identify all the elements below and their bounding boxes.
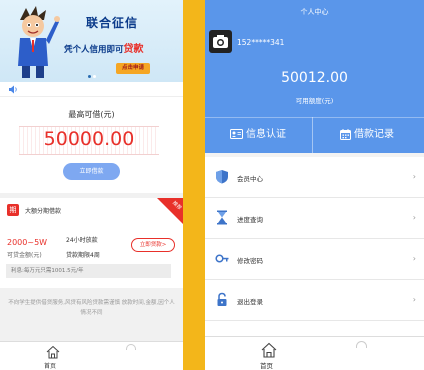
right-screen: 个人中心 152*****341 50012.00 可用额度(元) 信息认证 借… [205,0,424,370]
menu-item-label: 会员中心 [237,175,263,183]
home-icon[interactable] [46,345,60,359]
product-logo: 期 [7,204,19,216]
apply-loan-button[interactable]: 立即贷款> [131,238,175,252]
camera-icon [213,35,228,48]
banner-subline: 凭个人信用即可贷款 [64,40,144,55]
shield-icon [216,170,228,184]
tab-placeholder-icon[interactable] [356,341,367,348]
chevron-right-icon: › [412,295,416,304]
calendar-icon [340,128,351,140]
available-balance-label: 可用额度(元) [295,97,334,105]
speaker-icon [9,85,17,94]
menu-item-member-center[interactable]: 会员中心 › [205,157,424,198]
menu-item-change-password[interactable]: 修改密码 › [205,239,424,280]
user-phone: 152*****341 [237,38,285,47]
menu-item-label: 修改密码 [237,257,263,265]
tab-loan-records-label: 借款记录 [354,129,394,140]
lock-icon [217,292,227,306]
tab-info-verification-label: 信息认证 [246,129,286,140]
page-title: 个人中心 [300,8,329,16]
bottom-tabbar: 首页 [205,336,424,370]
menu-item-label: 进度查询 [237,216,263,224]
disclaimer: 不向学生提供借贷服务,风贷有风险贷款需谨慎 放款时间,金额,因个人情况不同 [0,290,183,340]
banner-headline: 联合征信 [86,16,139,30]
left-screen: 联合征信 凭个人信用即可贷款 点击申请 最高可借(元) 50000.00 立即借… [0,0,183,370]
menu-item-logout[interactable]: 退出登录 › [205,280,424,321]
max-amount-label: 最高可借(元) [68,110,115,119]
chevron-right-icon: › [412,213,416,222]
carousel-dot[interactable] [93,75,96,78]
borrow-now-button[interactable]: 立即借款 [63,163,120,180]
loan-range-label: 可贷金额(元) [7,252,42,259]
profile-menu: 会员中心 › 进度查询 › 修改密码 › 退出登录 › [205,153,424,321]
tab-loan-records[interactable]: 借款记录 [340,125,394,145]
profile-header: 个人中心 152*****341 50012.00 可用额度(元) 信息认证 借… [205,0,424,153]
carousel-dots[interactable] [88,72,98,80]
loan-product-card[interactable]: 期 大额分期借款 推荐 2000~5W 可贷金额(元) 24小时放款 贷款期限4… [0,198,183,288]
tab-home-label[interactable]: 首页 [260,360,273,370]
avatar[interactable] [209,30,232,53]
menu-item-progress-query[interactable]: 进度查询 › [205,198,424,239]
banner-subline-highlight: 贷款 [123,44,144,55]
hourglass-icon [217,210,227,225]
bottom-tabbar: 首页 [0,341,183,370]
menu-item-label: 退出登录 [237,298,263,306]
tab-home-label[interactable]: 首页 [44,361,56,370]
mascot-illustration [18,6,60,78]
tab-info-verification[interactable]: 信息认证 [230,125,286,145]
tab-placeholder-icon[interactable] [126,344,136,350]
product-name: 大额分期借款 [25,208,62,215]
header-divider [205,117,424,118]
id-card-icon [230,129,243,139]
loan-amount-card: 最高可借(元) 50000.00 立即借款 [0,97,183,193]
product-feature-speed: 24小时放款 [66,237,98,244]
notice-bar[interactable] [0,82,183,97]
promo-banner[interactable]: 联合征信 凭个人信用即可贷款 点击申请 [0,0,183,82]
key-icon [215,254,229,263]
chevron-right-icon: › [412,254,416,263]
product-feature-term: 贷款期限4周 [66,252,100,259]
tabs-divider [312,117,313,153]
disclaimer-text: 不向学生提供借贷服务,风贷有风险贷款需谨慎 放款时间,金额,因个人情况不同 [8,300,175,316]
banner-subline-prefix: 凭个人信用即可 [64,45,124,55]
carousel-dot-active[interactable] [88,75,91,78]
chevron-right-icon: › [412,172,416,181]
available-balance: 50012.00 [281,70,348,86]
interest-rate-text: 利息:每万元只需1001.5元/年 [6,264,171,278]
max-amount-value: 50000.00 [43,128,135,150]
loan-range-value: 2000~5W [7,238,48,247]
home-icon[interactable] [261,342,277,358]
banner-apply-button[interactable]: 点击申请 [116,63,150,74]
